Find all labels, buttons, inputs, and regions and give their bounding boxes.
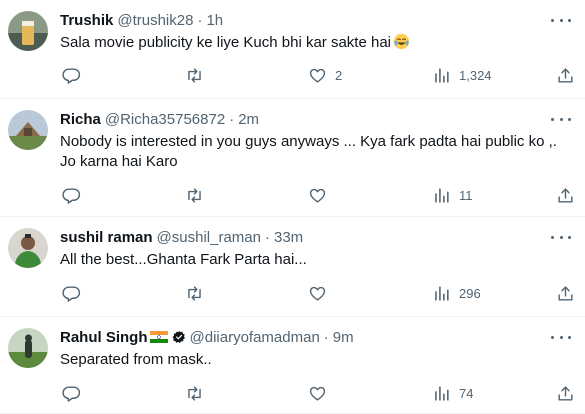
tweet[interactable]: Trushik @trushik28 · 1h Sala movie publi… xyxy=(0,0,585,99)
retweet-button[interactable] xyxy=(185,381,212,405)
heart-icon xyxy=(309,68,326,83)
reply-button[interactable] xyxy=(62,63,89,87)
author-name[interactable]: Trushik xyxy=(60,12,113,29)
timestamp[interactable]: 33m xyxy=(274,229,303,246)
reply-icon xyxy=(62,187,81,204)
tweet-text: Separated from mask.. xyxy=(60,351,212,368)
more-options-icon[interactable] xyxy=(551,329,571,345)
views-button[interactable]: 296 xyxy=(432,281,481,305)
author-handle[interactable]: @trushik28 xyxy=(117,12,193,29)
tweet-text: Nobody is interested in you guys anyways… xyxy=(60,133,557,170)
reply-icon xyxy=(62,385,81,402)
author-name[interactable]: Richa xyxy=(60,111,101,128)
more-options-icon[interactable] xyxy=(551,12,571,28)
share-button[interactable] xyxy=(556,281,575,305)
heart-icon xyxy=(309,386,326,401)
share-icon xyxy=(558,187,573,203)
retweet-icon xyxy=(188,67,201,83)
view-count: 296 xyxy=(459,285,481,301)
like-button[interactable] xyxy=(308,183,335,207)
heart-icon xyxy=(309,286,326,301)
heart-icon xyxy=(309,188,326,203)
tweet[interactable]: Richa @Richa35756872 · 2m Nobody is inte… xyxy=(0,99,585,217)
share-button[interactable] xyxy=(556,183,575,207)
more-options-icon[interactable] xyxy=(551,111,571,127)
view-count: 74 xyxy=(459,385,474,401)
retweet-button[interactable] xyxy=(185,281,212,305)
verified-badge-icon[interactable] xyxy=(172,330,186,344)
views-bar-chart-icon xyxy=(435,187,449,203)
more-options-icon[interactable] xyxy=(551,229,571,245)
views-bar-chart-icon xyxy=(435,285,449,301)
view-count: 11 xyxy=(459,187,473,203)
views-button[interactable]: 74 xyxy=(432,381,473,405)
views-bar-chart-icon xyxy=(435,385,449,401)
face-with-tears-of-joy-icon xyxy=(393,33,410,50)
author-handle[interactable]: @diiaryofamadman xyxy=(190,329,320,346)
like-button[interactable] xyxy=(308,381,335,405)
tweet-text: Sala movie publicity ke liye Kuch bhi ka… xyxy=(60,33,575,53)
avatar[interactable] xyxy=(8,110,48,150)
timestamp[interactable]: 1h xyxy=(206,12,223,29)
separator: · xyxy=(264,228,270,246)
like-count: 2 xyxy=(335,67,343,83)
retweet-icon xyxy=(188,385,201,401)
tweet-text-content: Sala movie publicity ke liye Kuch bhi ka… xyxy=(60,34,391,51)
share-button[interactable] xyxy=(556,381,575,405)
share-button[interactable] xyxy=(556,63,575,87)
share-icon xyxy=(558,67,573,83)
timestamp[interactable]: 2m xyxy=(238,111,259,128)
separator: · xyxy=(229,110,235,128)
avatar[interactable] xyxy=(8,228,48,268)
tweet[interactable]: sushil raman @sushil_raman · 33m All the… xyxy=(0,217,585,317)
views-button[interactable]: 11 xyxy=(432,183,473,207)
reply-icon xyxy=(62,67,81,84)
author-handle[interactable]: @Richa35756872 xyxy=(105,111,225,128)
reply-button[interactable] xyxy=(62,183,89,207)
view-count: 1,324 xyxy=(459,67,492,83)
timestamp[interactable]: 9m xyxy=(333,329,354,346)
author-handle[interactable]: @sushil_raman xyxy=(157,229,261,246)
share-icon xyxy=(558,285,573,301)
share-icon xyxy=(558,385,573,401)
like-button[interactable]: 2 xyxy=(308,63,342,87)
views-button[interactable]: 1,324 xyxy=(432,63,492,87)
like-button[interactable] xyxy=(308,281,335,305)
author-name[interactable]: Rahul Singh xyxy=(60,329,148,346)
retweet-icon xyxy=(188,187,201,203)
retweet-button[interactable] xyxy=(185,183,212,207)
views-bar-chart-icon xyxy=(435,67,449,83)
avatar[interactable] xyxy=(8,328,48,368)
tweet[interactable]: Rahul Singh @diiaryofamadman · 9m Separa… xyxy=(0,317,585,414)
india-flag-icon xyxy=(149,331,168,343)
reply-button[interactable] xyxy=(62,381,89,405)
avatar[interactable] xyxy=(8,11,48,51)
retweet-icon xyxy=(188,285,201,301)
reply-icon xyxy=(62,285,81,302)
tweet-text: All the best...Ghanta Fark Parta hai... xyxy=(60,251,307,268)
retweet-button[interactable] xyxy=(185,63,212,87)
separator: · xyxy=(197,11,203,29)
reply-button[interactable] xyxy=(62,281,89,305)
separator: · xyxy=(323,328,329,346)
author-name[interactable]: sushil raman xyxy=(60,229,153,246)
